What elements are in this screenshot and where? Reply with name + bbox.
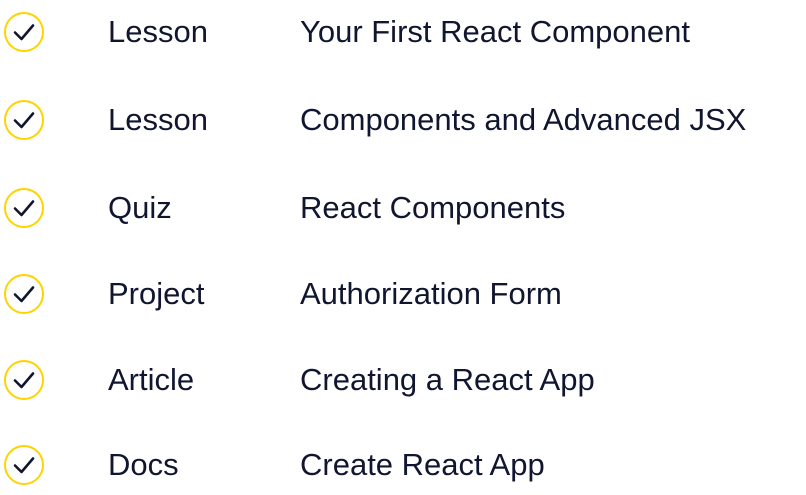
item-title: React Components xyxy=(300,190,566,225)
syllabus-item[interactable]: Quiz React Components xyxy=(0,178,806,238)
item-type-label: Project xyxy=(108,276,205,311)
syllabus-item[interactable]: Article Creating a React App xyxy=(0,350,806,410)
check-circle-icon xyxy=(3,187,45,229)
item-type-label: Lesson xyxy=(108,102,208,137)
check-circle-icon xyxy=(3,99,45,141)
item-type-label: Docs xyxy=(108,447,179,482)
check-circle-icon xyxy=(3,444,45,486)
syllabus-item[interactable]: Docs Create React App xyxy=(0,435,806,495)
check-circle-icon xyxy=(3,11,45,53)
item-title: Authorization Form xyxy=(300,276,562,311)
syllabus-item[interactable]: Lesson Your First React Component xyxy=(0,2,806,62)
item-type-label: Lesson xyxy=(108,14,208,49)
item-title: Creating a React App xyxy=(300,362,595,397)
item-type-label: Quiz xyxy=(108,190,172,225)
item-title: Your First React Component xyxy=(300,14,690,49)
check-circle-icon xyxy=(3,359,45,401)
check-circle-icon xyxy=(3,273,45,315)
item-title: Components and Advanced JSX xyxy=(300,102,747,137)
syllabus-item[interactable]: Project Authorization Form xyxy=(0,264,806,324)
syllabus-item[interactable]: Lesson Components and Advanced JSX xyxy=(0,90,806,150)
item-title: Create React App xyxy=(300,447,545,482)
item-type-label: Article xyxy=(108,362,195,397)
